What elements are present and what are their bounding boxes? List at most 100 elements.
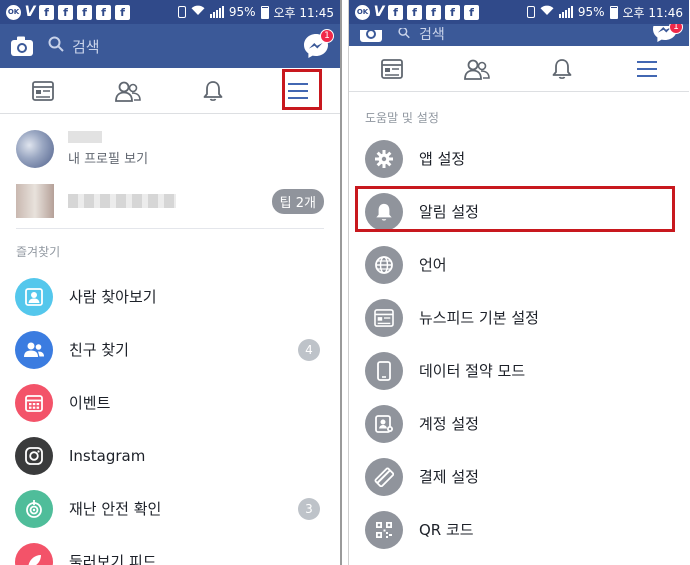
item-label: 계정 설정 — [419, 415, 479, 433]
battery-icon — [609, 5, 618, 19]
facebook-notification-icon: f — [96, 4, 111, 20]
settings-item-data-saver[interactable]: 데이터 절약 모드 — [349, 344, 689, 397]
instagram-icon — [15, 436, 53, 475]
search-icon — [397, 25, 411, 44]
count-badge: 4 — [298, 338, 320, 361]
tab-menu[interactable] — [255, 68, 340, 113]
facebook-notification-icon: f — [407, 4, 422, 20]
tips-badge: 팁 2개 — [271, 188, 324, 214]
ok-cashbag-icon: OK — [355, 4, 370, 20]
search-bar[interactable]: 검색 — [48, 36, 302, 57]
tab-notifications[interactable] — [519, 46, 604, 91]
tab-friends[interactable] — [434, 46, 519, 91]
profile-row[interactable]: 내 프로필 보기 — [0, 114, 340, 174]
notification-icons: OK V f f f f f — [6, 4, 130, 20]
item-label: Instagram — [69, 446, 146, 465]
item-label: QR 코드 — [419, 521, 474, 539]
item-label: 친구 찾기 — [69, 341, 129, 359]
facebook-notification-icon: f — [388, 4, 403, 20]
payment-icon — [365, 457, 403, 496]
settings-item-app[interactable]: 앱 설정 — [349, 132, 689, 185]
facebook-notification-icon: f — [77, 4, 92, 20]
tab-bar — [349, 46, 689, 92]
help-settings-heading: 도움말 및 설정 — [365, 111, 439, 125]
search-icon — [48, 36, 64, 56]
facebook-notification-icon: f — [445, 4, 460, 20]
v3-icon: V — [373, 4, 385, 20]
newsfeed-icon — [31, 80, 54, 101]
settings-item-qr-code[interactable]: QR 코드 — [349, 503, 689, 556]
globe-icon — [365, 245, 403, 284]
messenger-button[interactable]: 1 — [651, 24, 683, 44]
blurred-profile-name — [68, 131, 102, 143]
account-icon — [365, 404, 403, 443]
tab-newsfeed[interactable] — [0, 68, 85, 113]
favorites-heading: 즐겨찾기 — [16, 245, 61, 259]
tab-menu[interactable] — [604, 46, 689, 91]
facebook-notification-icon: f — [58, 4, 73, 20]
left-screenshot: OK V f f f f f 95% 오후 11:45 검색 1 내 프로필 보… — [0, 0, 340, 565]
messenger-badge: 1 — [320, 29, 334, 43]
camera-icon[interactable] — [10, 34, 34, 58]
phone-icon — [365, 351, 403, 390]
count-badge: 3 — [298, 497, 320, 520]
menu-item-people[interactable]: 사람 찾아보기 — [0, 270, 340, 323]
search-input[interactable]: 검색 — [72, 36, 100, 57]
facebook-notification-icon: f — [39, 4, 54, 20]
status-bar: OK V f f f f f 95% 오후 11:46 — [349, 0, 689, 24]
battery-percent: 95% — [577, 5, 605, 19]
settings-item-newsfeed[interactable]: 뉴스피드 기본 설정 — [349, 291, 689, 344]
calendar-icon — [15, 383, 53, 422]
facebook-notification-icon: f — [464, 4, 479, 20]
highlight-box — [282, 69, 322, 110]
messenger-button[interactable]: 1 — [302, 29, 334, 60]
item-label: 언어 — [419, 256, 447, 274]
wifi-icon — [540, 5, 554, 19]
newsfeed-icon — [365, 298, 403, 337]
signal-icon — [209, 6, 224, 18]
menu-icon — [636, 60, 657, 77]
ok-cashbag-icon: OK — [6, 4, 21, 20]
item-label: 재난 안전 확인 — [69, 500, 162, 518]
clock: 오후 11:46 — [622, 5, 683, 20]
status-bar: OK V f f f f f 95% 오후 11:45 — [0, 0, 340, 24]
tips-row[interactable]: 팁 2개 — [0, 174, 340, 228]
rocket-icon — [15, 542, 53, 565]
bell-icon — [552, 58, 571, 79]
tab-notifications[interactable] — [170, 68, 255, 113]
item-label: 사람 찾아보기 — [69, 288, 157, 306]
vibrate-icon — [177, 6, 186, 18]
settings-item-account[interactable]: 계정 설정 — [349, 397, 689, 450]
menu-item-safety-check[interactable]: 재난 안전 확인 3 — [0, 482, 340, 535]
blurred-text — [68, 194, 176, 208]
contact-card-icon — [15, 277, 53, 316]
settings-item-notifications[interactable]: 알림 설정 — [349, 185, 689, 238]
battery-icon — [260, 5, 269, 19]
tab-bar — [0, 68, 340, 114]
menu-item-explore-feed[interactable]: 둘러보기 피드 — [0, 535, 340, 565]
search-bar[interactable]: 검색 — [397, 24, 651, 44]
menu-item-events[interactable]: 이벤트 — [0, 376, 340, 429]
menu-item-instagram[interactable]: Instagram — [0, 429, 340, 482]
vibrate-icon — [526, 6, 535, 18]
messenger-badge: 1 — [669, 24, 683, 34]
settings-item-payment[interactable]: 결제 설정 — [349, 450, 689, 503]
safety-check-icon — [15, 489, 53, 528]
panel-divider — [340, 0, 349, 565]
item-label: 뉴스피드 기본 설정 — [419, 309, 539, 327]
item-label: 앱 설정 — [419, 150, 466, 168]
qr-code-icon — [365, 510, 403, 549]
menu-item-find-friends[interactable]: 친구 찾기 4 — [0, 323, 340, 376]
camera-icon[interactable] — [359, 30, 383, 44]
highlight-box — [355, 186, 675, 232]
app-header: 검색 1 — [349, 24, 689, 46]
tab-friends[interactable] — [85, 68, 170, 113]
search-input[interactable]: 검색 — [419, 24, 445, 44]
battery-percent: 95% — [228, 5, 256, 19]
settings-item-language[interactable]: 언어 — [349, 238, 689, 291]
tab-newsfeed[interactable] — [349, 46, 434, 91]
v3-icon: V — [24, 4, 36, 20]
clock: 오후 11:45 — [273, 5, 334, 20]
gear-icon — [365, 139, 403, 178]
friends-icon — [15, 330, 53, 369]
